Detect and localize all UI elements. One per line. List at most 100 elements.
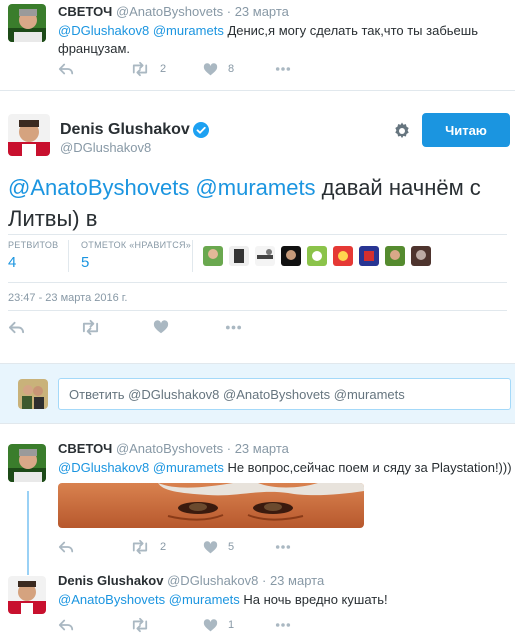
retweet-icon xyxy=(80,319,101,336)
reply-placeholder: Ответить @DGlushakov8 @AnatoByshovets @m… xyxy=(69,386,405,402)
reply-button[interactable] xyxy=(58,538,74,556)
retweet-count: 2 xyxy=(160,541,167,553)
like-button[interactable] xyxy=(153,318,169,336)
main-tweet-text: @AnatoByshovets @muramets давай начнём с… xyxy=(8,172,512,234)
retweets-label: РЕТВИТОВ xyxy=(8,240,59,250)
likes-stat[interactable]: ОТМЕТОК «НРАВИТСЯ» 5 xyxy=(81,240,191,271)
author-handle[interactable]: @AnatoByshovets xyxy=(116,441,223,456)
liker-avatar[interactable] xyxy=(307,246,327,266)
more-button[interactable] xyxy=(225,318,242,336)
retweets-value: 4 xyxy=(8,254,17,271)
liker-avatar[interactable] xyxy=(333,246,353,266)
gear-icon[interactable] xyxy=(392,121,412,141)
likes-value: 5 xyxy=(81,254,90,271)
tweet-top[interactable]: СВЕТОЧ @AnatoByshovets · 23 марта @DGlus… xyxy=(0,0,515,90)
tweet-text: @AnatoByshovets @muramets На ночь вредно… xyxy=(58,591,508,609)
liker-avatar[interactable] xyxy=(229,246,249,266)
tweet-body: Не вопрос,сейчас поем и сяду за Playstat… xyxy=(223,460,512,475)
tweet-body: Денис,я могу сделать так,что ты забьешь xyxy=(223,23,478,38)
retweet-button[interactable]: 2 xyxy=(130,538,166,556)
liker-avatar[interactable] xyxy=(385,246,405,266)
author-handle[interactable]: @AnatoByshovets xyxy=(116,4,223,19)
retweet-button[interactable] xyxy=(130,616,150,634)
author-name[interactable]: СВЕТОЧ xyxy=(58,4,112,19)
like-button[interactable]: 1 xyxy=(203,616,234,634)
reply-button[interactable] xyxy=(58,616,74,634)
verified-badge-icon xyxy=(193,122,209,138)
author-handle[interactable]: @DGlushakov8 xyxy=(167,573,258,588)
reply-input[interactable]: Ответить @DGlushakov8 @AnatoByshovets @m… xyxy=(58,378,511,410)
following-button[interactable]: Читаю xyxy=(422,113,510,147)
main-tweet-actions xyxy=(8,318,248,336)
divider xyxy=(0,90,515,91)
separator-dot: · xyxy=(261,573,267,588)
liker-avatar[interactable] xyxy=(359,246,379,266)
retweet-icon xyxy=(130,61,150,77)
heart-icon xyxy=(203,618,218,633)
like-button[interactable]: 8 xyxy=(203,60,234,78)
author-name[interactable]: СВЕТОЧ xyxy=(58,441,112,456)
mention-links[interactable]: @AnatoByshovets @muramets xyxy=(58,592,240,607)
retweet-icon xyxy=(130,617,150,633)
reply-button[interactable] xyxy=(8,318,25,336)
retweet-button[interactable]: 2 xyxy=(130,60,166,78)
tweet-date[interactable]: 23 марта xyxy=(235,441,289,456)
stat-divider xyxy=(68,240,69,272)
author-name[interactable]: Denis Glushakov xyxy=(58,573,163,588)
tweet-datetime[interactable]: 23:47 - 23 марта 2016 г. xyxy=(8,292,128,304)
tweet-media-image[interactable] xyxy=(58,483,364,528)
like-button[interactable]: 5 xyxy=(203,538,234,556)
more-button[interactable] xyxy=(275,538,291,556)
mention-links[interactable]: @DGlushakov8 @muramets xyxy=(58,23,224,38)
liker-avatar[interactable] xyxy=(281,246,301,266)
reply-icon xyxy=(58,61,74,77)
tweet-body: На ночь вредно кушать! xyxy=(239,592,388,607)
retweets-stat[interactable]: РЕТВИТОВ 4 xyxy=(8,240,58,271)
heart-icon xyxy=(153,319,169,335)
likes-label: ОТМЕТОК «НРАВИТСЯ» xyxy=(81,240,192,250)
more-icon xyxy=(275,617,291,633)
main-author-name[interactable]: Denis Glushakov xyxy=(60,121,190,139)
reply-icon xyxy=(58,617,74,633)
divider xyxy=(8,310,507,311)
like-count: 1 xyxy=(228,619,235,631)
like-count: 5 xyxy=(228,541,235,553)
mention-links[interactable]: @DGlushakov8 @muramets xyxy=(58,460,224,475)
avatar[interactable] xyxy=(8,4,46,42)
more-button[interactable] xyxy=(275,616,291,634)
main-author-handle[interactable]: @DGlushakov8 xyxy=(60,140,151,155)
tweet-body-line2: французам. xyxy=(58,41,131,56)
reply-box: Ответить @DGlushakov8 @AnatoByshovets @m… xyxy=(0,363,515,424)
reply-tweet[interactable]: Denis Glushakov @DGlushakov8 · 23 марта … xyxy=(0,566,515,641)
tweet-date[interactable]: 23 марта xyxy=(235,4,289,19)
retweet-count: 2 xyxy=(160,63,167,75)
reply-button[interactable] xyxy=(58,60,74,78)
liker-avatar[interactable] xyxy=(255,246,275,266)
heart-icon xyxy=(203,540,218,555)
stat-divider xyxy=(192,240,193,272)
divider xyxy=(8,234,507,235)
liker-avatar[interactable] xyxy=(203,246,223,266)
retweet-icon xyxy=(130,539,150,555)
divider xyxy=(8,282,507,283)
retweet-button[interactable] xyxy=(80,318,101,336)
more-icon xyxy=(275,539,291,555)
more-icon xyxy=(225,319,242,336)
tweet-actions: 2 8 xyxy=(58,60,298,78)
heart-icon xyxy=(203,62,218,77)
tweet-date[interactable]: 23 марта xyxy=(270,573,324,588)
like-count: 8 xyxy=(228,63,235,75)
tweet-actions: 2 5 xyxy=(58,538,298,556)
more-button[interactable] xyxy=(275,60,291,78)
liker-avatar[interactable] xyxy=(411,246,431,266)
separator-dot: · xyxy=(226,4,232,19)
separator-dot: · xyxy=(226,441,232,456)
main-avatar[interactable] xyxy=(8,114,50,156)
avatar[interactable] xyxy=(8,444,46,482)
avatar[interactable] xyxy=(8,576,46,614)
main-mention-links[interactable]: @AnatoByshovets @muramets xyxy=(8,175,316,200)
tweet-text: @DGlushakov8 @muramets Не вопрос,сейчас … xyxy=(58,459,513,477)
likers-avatars xyxy=(203,246,437,266)
current-user-avatar xyxy=(18,379,48,409)
more-icon xyxy=(275,61,291,77)
